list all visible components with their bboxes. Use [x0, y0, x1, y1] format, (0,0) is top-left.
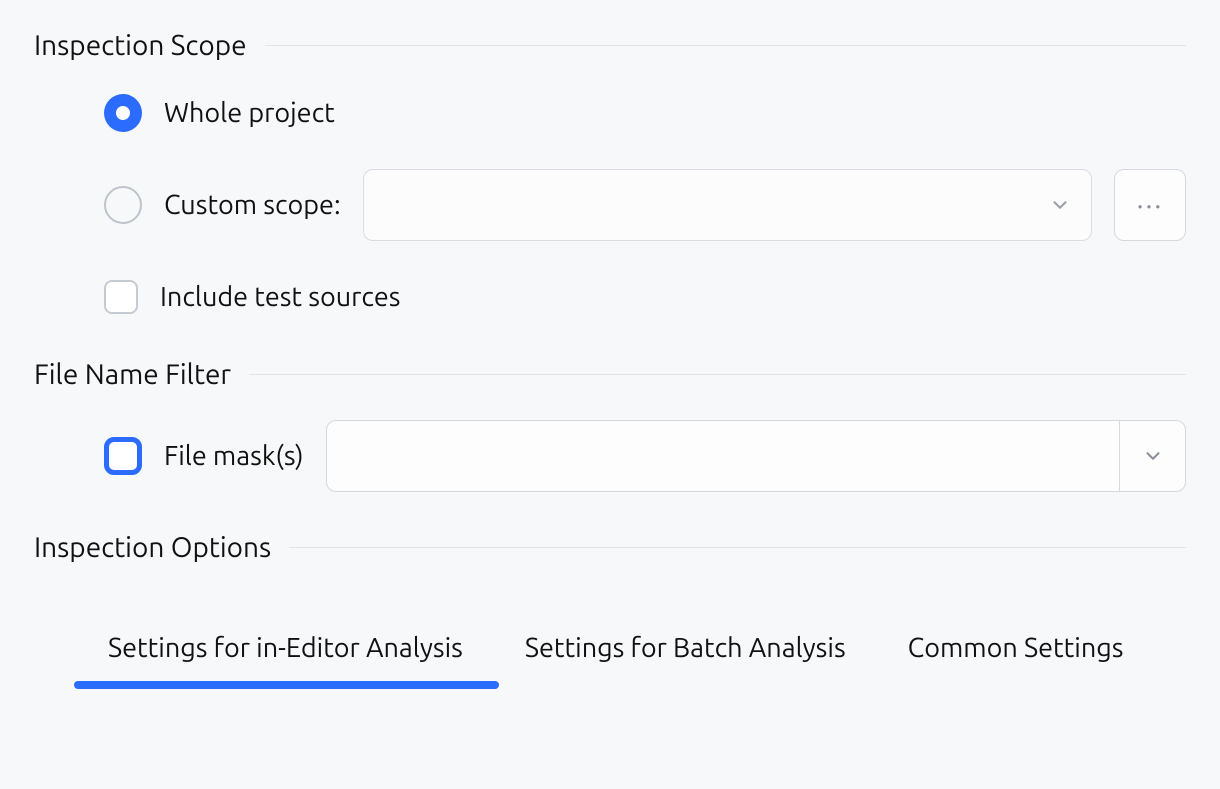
tab-batch-analysis[interactable]: Settings for Batch Analysis [521, 621, 850, 687]
section-inspection-options: Inspection Options [34, 532, 1186, 563]
options-tabs: Settings for in-Editor Analysis Settings… [34, 621, 1186, 687]
tab-label: Settings for in-Editor Analysis [108, 633, 463, 663]
scope-include-tests-row: Include test sources [34, 275, 1186, 319]
checkbox-file-mask[interactable] [104, 437, 142, 475]
radio-whole-project-label: Whole project [164, 98, 335, 128]
section-title: Inspection Scope [34, 30, 247, 61]
checkbox-file-mask-label: File mask(s) [164, 441, 304, 471]
custom-scope-combo[interactable] [363, 169, 1092, 241]
scope-custom-row: Custom scope: ··· [34, 169, 1186, 241]
checkbox-include-tests[interactable] [104, 280, 138, 314]
section-divider [249, 374, 1186, 375]
section-divider [265, 45, 1186, 46]
radio-custom-scope-label: Custom scope: [164, 190, 341, 220]
tab-label: Common Settings [908, 633, 1124, 663]
file-mask-dropdown-button[interactable] [1119, 421, 1185, 491]
radio-custom-scope[interactable] [104, 186, 142, 224]
tab-label: Settings for Batch Analysis [525, 633, 846, 663]
chevron-down-icon [1142, 445, 1164, 467]
section-divider [289, 547, 1186, 548]
checkbox-include-tests-label: Include test sources [160, 282, 400, 312]
section-file-name-filter: File Name Filter [34, 359, 1186, 390]
dialog-body: Inspection Scope Whole project Custom sc… [0, 0, 1220, 687]
file-mask-combo[interactable] [326, 420, 1186, 492]
tab-common-settings[interactable]: Common Settings [904, 621, 1128, 687]
scope-browse-button[interactable]: ··· [1114, 169, 1186, 241]
radio-dot-icon [116, 106, 130, 120]
file-mask-row: File mask(s) [34, 420, 1186, 492]
chevron-down-icon [1049, 194, 1071, 216]
section-title: File Name Filter [34, 359, 231, 390]
tab-in-editor-analysis[interactable]: Settings for in-Editor Analysis [104, 621, 467, 687]
radio-whole-project[interactable] [104, 94, 142, 132]
ellipsis-icon: ··· [1137, 190, 1164, 221]
scope-whole-project-row: Whole project [34, 91, 1186, 135]
section-inspection-scope: Inspection Scope [34, 30, 1186, 61]
section-title: Inspection Options [34, 532, 271, 563]
